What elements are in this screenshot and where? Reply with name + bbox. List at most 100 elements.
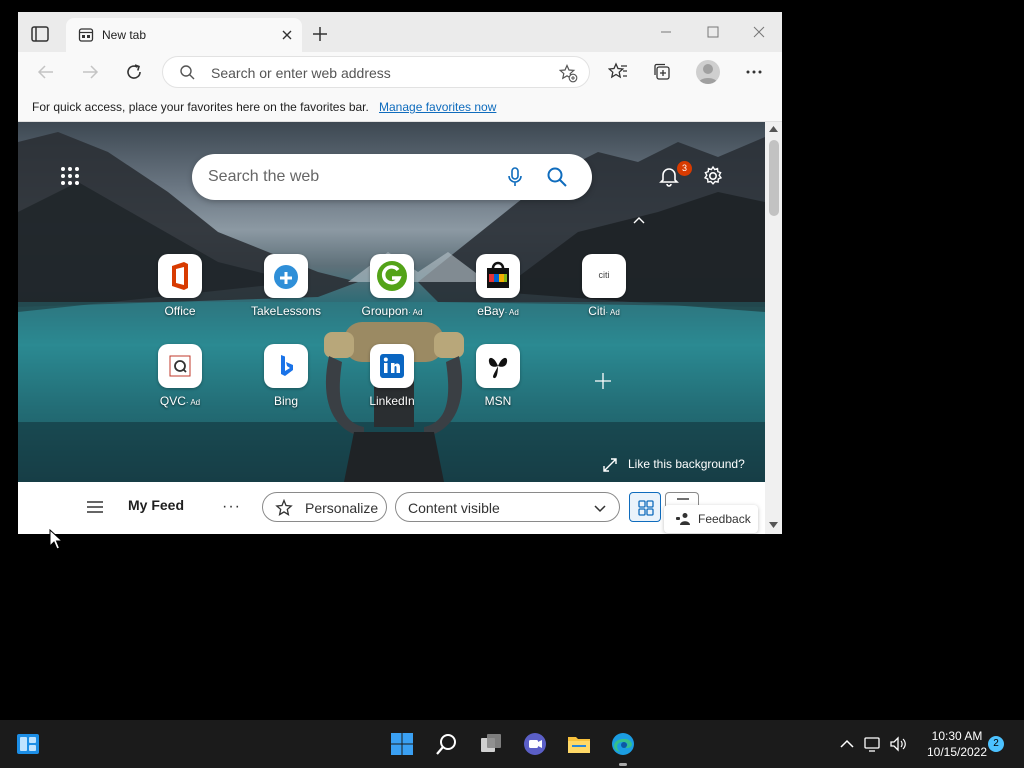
favorites-bar-message: For quick access, place your favorites h… (32, 100, 369, 114)
feedback-label: Feedback (698, 512, 751, 526)
grid-view-icon (638, 500, 654, 516)
mouse-pointer-icon (49, 529, 63, 550)
address-bar[interactable]: Search or enter web address (162, 56, 590, 88)
msn-butterfly-logo-icon (476, 344, 520, 388)
grid-layout-button[interactable] (629, 492, 661, 522)
list-view-icon (677, 498, 689, 500)
close-window-button[interactable] (751, 24, 767, 40)
qvc-logo-icon (158, 344, 202, 388)
ad-marker: · Ad (408, 308, 423, 317)
citi-logo-text: citi (598, 270, 610, 280)
add-quick-link-icon[interactable] (594, 372, 612, 390)
scroll-up-arrow-icon[interactable] (769, 126, 778, 132)
like-background-label: Like this background? (628, 457, 745, 471)
new-tab-page: Search the web 3 Office TakeLessons Grou… (18, 122, 765, 534)
ebay-bag-logo-icon (476, 254, 520, 298)
feed-title: My Feed (128, 497, 185, 513)
tab-actions-icon[interactable] (30, 25, 52, 43)
quick-link-groupon[interactable]: Groupon· Ad (347, 254, 437, 334)
page-settings-gear-icon[interactable] (702, 165, 724, 187)
network-icon[interactable] (864, 736, 882, 752)
groupon-logo-icon (370, 254, 414, 298)
feedback-person-icon (676, 513, 690, 525)
quick-link-label: Office (164, 304, 196, 318)
profile-avatar[interactable] (696, 60, 720, 84)
web-search-box[interactable]: Search the web (192, 154, 592, 200)
like-background-button[interactable]: Like this background? (602, 456, 752, 474)
hamburger-menu-icon[interactable] (86, 500, 104, 514)
expand-arrows-icon (603, 458, 617, 472)
quick-link-label: TakeLessons (250, 304, 322, 318)
ad-marker: · Ad (504, 308, 519, 317)
ad-marker: · Ad (185, 398, 201, 407)
quick-link-takelessons[interactable]: TakeLessons (241, 254, 331, 334)
web-search-placeholder: Search the web (208, 168, 320, 185)
quick-link-label: Citi (588, 304, 606, 318)
microphone-icon[interactable] (504, 166, 526, 188)
quick-link-label: LinkedIn (369, 394, 415, 408)
quick-link-qvc[interactable]: QVC· Ad (135, 344, 225, 424)
show-hidden-icons-chevron-icon[interactable] (838, 736, 856, 752)
manage-favorites-link[interactable]: Manage favorites now (379, 100, 496, 114)
scroll-down-arrow-icon[interactable] (769, 522, 778, 528)
quick-link-label: Groupon (361, 304, 409, 318)
tab-new-tab[interactable]: New tab (66, 18, 302, 52)
content-visibility-dropdown[interactable]: Content visible (395, 492, 620, 522)
new-tab-page-icon (78, 28, 94, 42)
notification-count-badge: 3 (677, 161, 692, 176)
page-scrollbar[interactable] (765, 122, 782, 534)
quick-link-label: eBay (477, 304, 505, 318)
ad-marker: · Ad (605, 308, 620, 317)
favorites-icon[interactable] (608, 62, 628, 82)
add-favorite-icon[interactable] (559, 64, 578, 83)
scrollbar-thumb[interactable] (769, 140, 779, 216)
takelessons-logo-icon (264, 254, 308, 298)
taskbar-search-icon[interactable] (435, 732, 459, 756)
linkedin-logo-icon (370, 344, 414, 388)
personalize-button[interactable]: Personalize (262, 492, 387, 522)
new-tab-button[interactable] (312, 26, 328, 42)
quick-link-ebay[interactable]: eBay· Ad (453, 254, 543, 334)
widgets-icon[interactable] (16, 732, 40, 756)
refresh-button[interactable] (124, 62, 144, 82)
feed-more-options-icon[interactable]: ··· (222, 498, 241, 516)
favorites-bar: For quick access, place your favorites h… (18, 92, 782, 122)
search-submit-icon[interactable] (546, 166, 568, 188)
person-icon (698, 64, 718, 84)
minimize-button[interactable] (658, 24, 674, 40)
app-launcher-icon[interactable] (60, 166, 80, 186)
forward-button[interactable] (80, 62, 100, 82)
quick-link-label: QVC (159, 394, 186, 408)
quick-link-msn[interactable]: MSN (453, 344, 543, 424)
settings-and-more-icon[interactable] (744, 62, 764, 82)
feedback-button[interactable]: Feedback (664, 505, 758, 533)
quick-link-bing[interactable]: Bing (241, 344, 331, 424)
task-view-icon[interactable] (479, 732, 503, 756)
search-icon (180, 65, 195, 80)
personalize-label: Personalize (305, 500, 379, 516)
feed-toolbar: My Feed ··· Personalize Content visible (18, 482, 765, 534)
back-button[interactable] (36, 62, 56, 82)
quick-link-label: Bing (273, 394, 299, 408)
title-bar: New tab (18, 12, 782, 52)
edge-browser-icon[interactable] (611, 732, 635, 756)
quick-link-label: MSN (484, 394, 512, 408)
close-tab-icon[interactable] (280, 28, 294, 42)
quick-link-linkedin[interactable]: LinkedIn (347, 344, 437, 424)
quick-link-citi[interactable]: citi Citi· Ad (559, 254, 649, 334)
tab-title: New tab (102, 28, 147, 42)
collapse-chevron-up-icon[interactable] (632, 215, 646, 225)
taskbar: 10:30 AM 10/15/2022 2 (0, 720, 1024, 768)
quick-link-office[interactable]: Office (135, 254, 225, 334)
file-explorer-icon[interactable] (567, 732, 591, 756)
volume-icon[interactable] (889, 736, 907, 752)
teams-chat-icon[interactable] (523, 732, 547, 756)
collections-icon[interactable] (652, 62, 672, 82)
notification-center-badge[interactable]: 2 (988, 736, 1004, 752)
start-windows-icon[interactable] (390, 732, 414, 756)
content-visibility-value: Content visible (408, 500, 500, 516)
office-logo-icon (158, 254, 202, 298)
citi-logo-icon: citi (582, 254, 626, 298)
maximize-button[interactable] (705, 24, 721, 40)
navigation-toolbar: Search or enter web address (18, 52, 782, 92)
